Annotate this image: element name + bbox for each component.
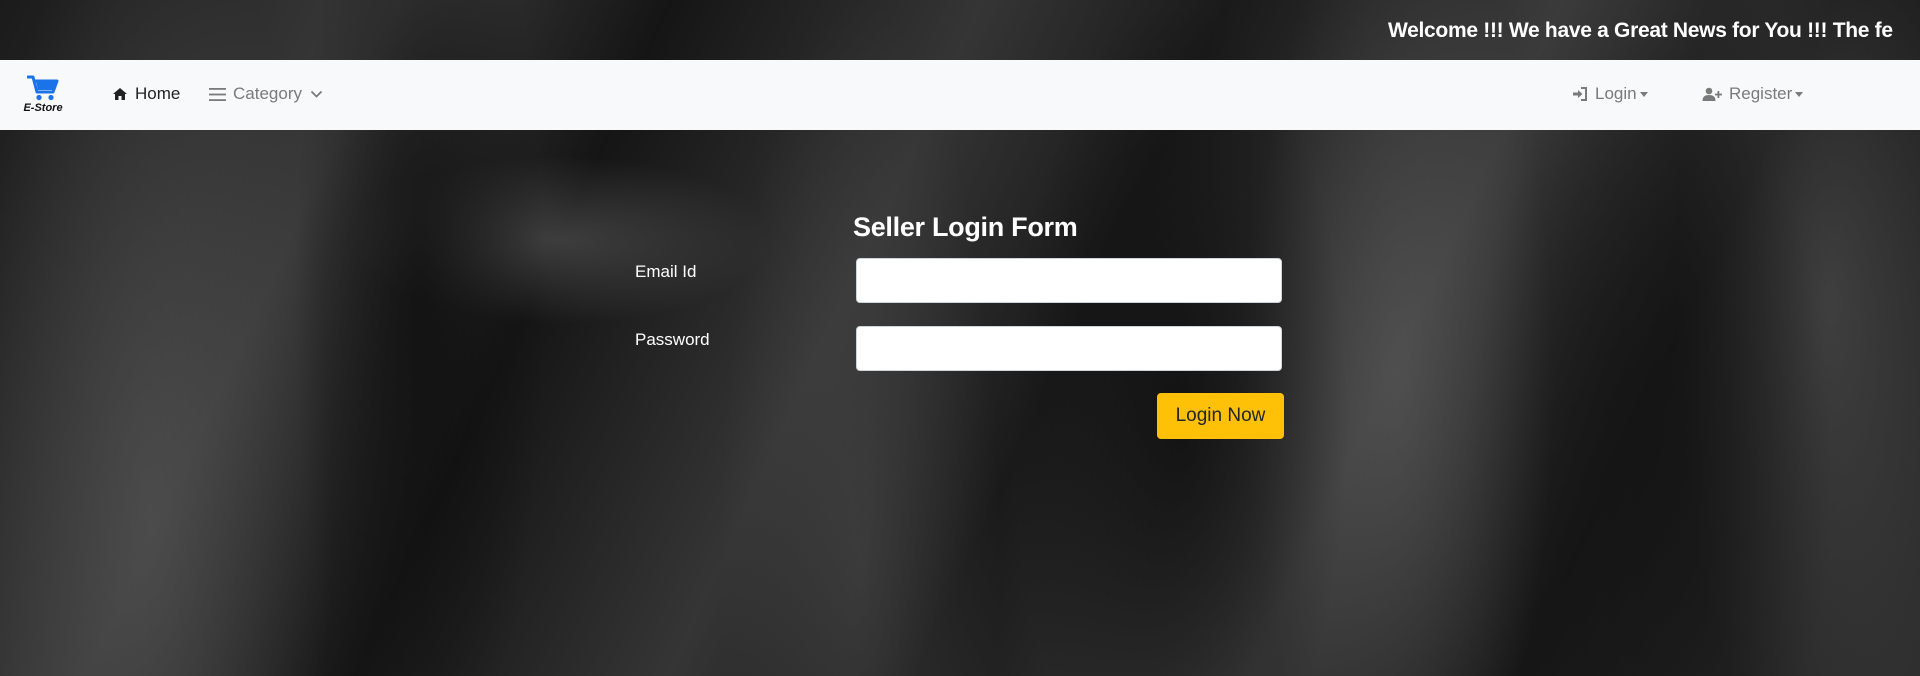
nav-login-label: Login — [1595, 84, 1637, 103]
password-label: Password — [635, 330, 710, 349]
welcome-marquee: Welcome !!! We have a Great News for You… — [0, 0, 1920, 60]
home-icon — [112, 87, 128, 101]
navbar: E-Store Home Category Login Register — [0, 60, 1920, 130]
form-title: Seller Login Form — [853, 212, 1078, 242]
email-label: Email Id — [635, 262, 697, 281]
nav-category-dropdown[interactable]: Category — [209, 84, 323, 104]
cart-icon — [18, 74, 68, 102]
login-now-button[interactable]: Login Now — [1157, 393, 1284, 439]
brand-logo[interactable]: E-Store — [18, 74, 68, 114]
nav-home-label: Home — [135, 84, 181, 103]
caret-down-icon — [1639, 92, 1648, 97]
bars-icon — [209, 87, 226, 102]
password-field[interactable] — [856, 326, 1282, 371]
caret-down-icon — [1795, 92, 1804, 97]
chevron-down-icon — [310, 90, 323, 99]
brand-text: E-Store — [23, 102, 63, 114]
user-plus-icon — [1702, 87, 1722, 102]
nav-register-dropdown[interactable]: Register — [1702, 84, 1804, 104]
nav-login-dropdown[interactable]: Login — [1572, 84, 1648, 104]
nav-register-label: Register — [1729, 84, 1793, 103]
email-field[interactable] — [856, 258, 1282, 303]
nav-category-label: Category — [233, 84, 302, 103]
nav-home-link[interactable]: Home — [112, 84, 180, 104]
marquee-text: Welcome !!! We have a Great News for You… — [1388, 19, 1893, 42]
sign-in-icon — [1572, 87, 1588, 101]
